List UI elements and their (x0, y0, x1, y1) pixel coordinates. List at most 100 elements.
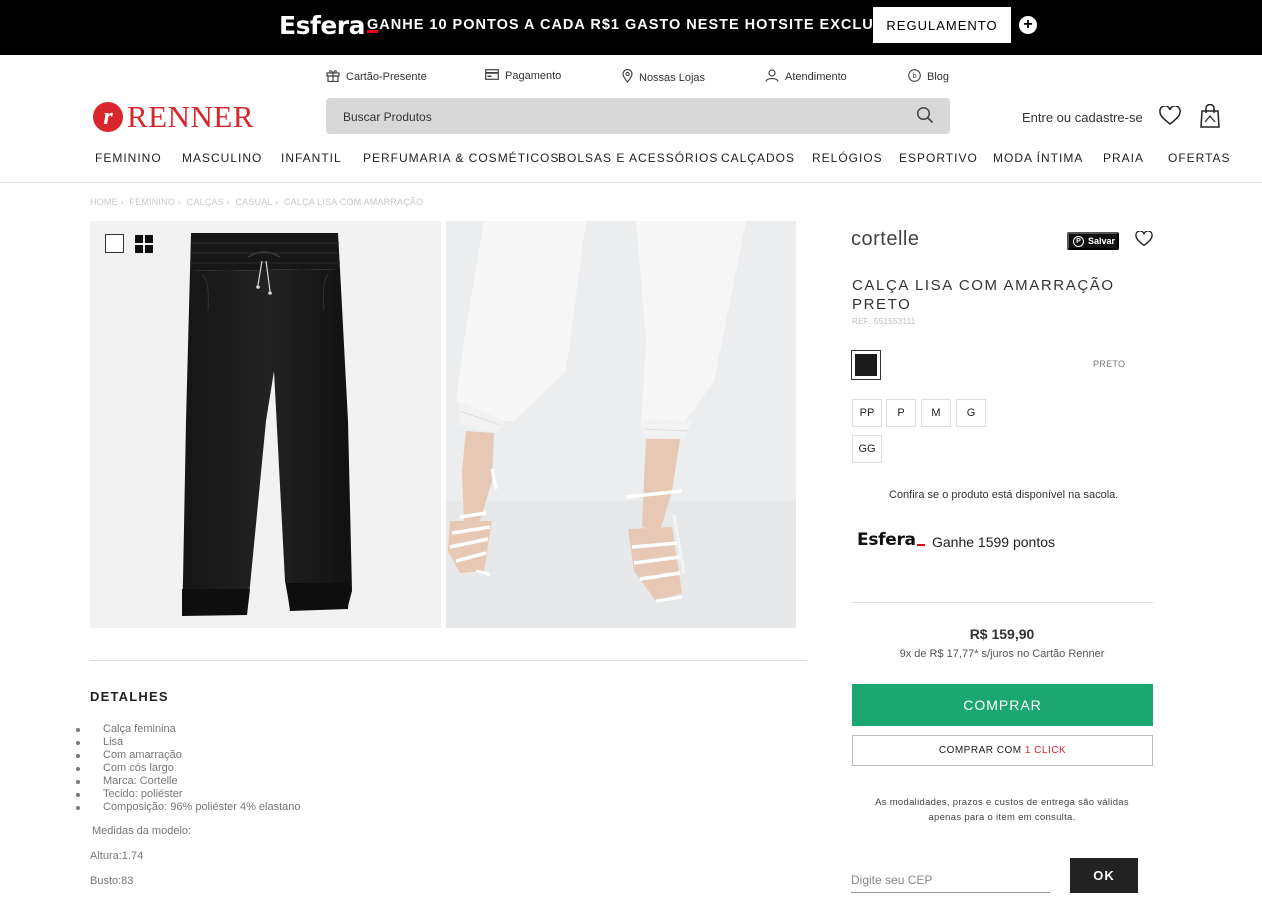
brand-name[interactable]: cortelle (851, 228, 919, 251)
pinterest-save-button[interactable]: P Salvar (1067, 232, 1119, 250)
black-pants-illustration (182, 233, 352, 616)
size-option-p[interactable]: P (886, 399, 916, 427)
card-icon (485, 69, 499, 83)
main-nav: FEMININO MASCULINO INFANTIL PERFUMARIA &… (0, 151, 1262, 167)
nav-item-feminino[interactable]: FEMININO (95, 151, 162, 165)
utility-link-label: Atendimento (785, 71, 847, 83)
details-item: Composição: 96% poliéster 4% elastano (103, 801, 301, 813)
buy-button[interactable]: COMPRAR (852, 684, 1153, 726)
product-title-line: CALÇA LISA COM AMARRAÇÃO (852, 277, 1115, 294)
renner-logo-mark: r (93, 102, 123, 132)
breadcrumb-item[interactable]: HOME (90, 197, 118, 207)
breadcrumb-separator: › (177, 197, 181, 207)
login-link[interactable]: Entre ou cadastre-se (1022, 110, 1143, 125)
wishlist-heart-icon[interactable] (1135, 230, 1153, 252)
plus-circle-icon[interactable]: + (1019, 16, 1037, 34)
availability-note: Confira se o produto está disponível na … (889, 489, 1119, 501)
color-swatch-fill (855, 354, 877, 376)
promo-text: GANHE 10 PONTOS A CADA R$1 GASTO NESTE H… (367, 17, 913, 33)
product-color-title: PRETO (852, 296, 912, 313)
size-option-pp[interactable]: PP (852, 399, 882, 427)
model-measures-label: Medidas da modelo: (92, 825, 192, 837)
search-input[interactable]: Buscar Produtos (343, 110, 432, 124)
breadcrumb-separator: › (275, 197, 279, 207)
price-divider (851, 602, 1153, 603)
utility-link-support[interactable]: Atendimento (765, 69, 847, 85)
shipping-note: As modalidades, prazos e custos de entre… (875, 797, 1129, 823)
pin-icon (622, 68, 633, 86)
section-divider (90, 660, 807, 661)
model-bust: Busto:83 (90, 875, 134, 887)
search-icon[interactable] (916, 106, 934, 129)
details-item: Tecido: poliéster (103, 788, 183, 800)
blog-icon: b (908, 69, 921, 85)
nav-item-bolsas[interactable]: BOLSAS E ACESSÓRIOS (558, 151, 718, 165)
bullet (76, 754, 80, 758)
esfera-points-logo-underline (916, 544, 925, 546)
color-swatch-preto[interactable] (851, 350, 881, 380)
nav-item-infantil[interactable]: INFANTIL (281, 151, 342, 165)
nav-item-calcados[interactable]: CALÇADOS (721, 151, 795, 165)
product-ref: REF: 551553111 (852, 317, 916, 326)
breadcrumb-item[interactable]: CALÇA LISA COM AMARRAÇÃO (284, 197, 423, 207)
nav-item-praia[interactable]: PRAIA (1103, 151, 1144, 165)
cep-ok-button[interactable]: OK (1070, 858, 1138, 893)
nav-divider (0, 182, 1262, 183)
details-item: Lisa (103, 736, 124, 748)
bullet (76, 793, 80, 797)
bullet (76, 806, 80, 810)
product-title: CALÇA LISA COM AMARRAÇÃO PRETO (852, 276, 1115, 314)
svg-text:b: b (912, 71, 916, 80)
esfera-logo-text: Esfera (279, 11, 366, 40)
nav-item-perfumaria[interactable]: PERFUMARIA & COSMÉTICOS (363, 151, 559, 165)
pinterest-save-label: Salvar (1088, 236, 1116, 246)
utility-link-stores[interactable]: Nossas Lojas (622, 68, 706, 86)
utility-link-label: Blog (927, 71, 950, 83)
details-item: Com cós largo (103, 762, 174, 774)
size-option-g[interactable]: G (956, 399, 986, 427)
size-option-gg[interactable]: GG (852, 435, 882, 463)
breadcrumb-item[interactable]: CASUAL (235, 197, 272, 207)
esfera-points-logo-text: Esfera (857, 530, 916, 550)
heart-icon[interactable] (1159, 105, 1181, 131)
one-click-prefix: COMPRAR COM (938, 745, 1025, 756)
nav-item-masculino[interactable]: MASCULINO (182, 151, 262, 165)
utility-link-blog[interactable]: b Blog (908, 69, 949, 85)
nav-item-esportivo[interactable]: ESPORTIVO (899, 151, 978, 165)
nav-item-relogios[interactable]: RELÓGIOS (812, 151, 883, 165)
size-option-m[interactable]: M (921, 399, 951, 427)
single-view-icon[interactable] (105, 234, 124, 253)
bullet (76, 741, 80, 745)
nav-item-moda-intima[interactable]: MODA ÍNTIMA (993, 151, 1083, 165)
promo-bar: Esfera GANHE 10 PONTOS A CADA R$1 GASTO … (0, 0, 1262, 55)
breadcrumb-separator: › (120, 197, 124, 207)
utility-link-label: Nossas Lojas (639, 71, 706, 84)
breadcrumb: HOME › FEMININO › CALÇAS › CASUAL › CALÇ… (90, 197, 423, 207)
breadcrumb-item[interactable]: CALÇAS (187, 197, 224, 207)
bullet (76, 728, 80, 732)
search-bar[interactable]: Buscar Produtos (326, 98, 950, 134)
cep-input[interactable] (851, 868, 1050, 893)
esfera-points-text: Ganhe 1599 pontos (932, 534, 1055, 550)
details-list: Calça feminina Lisa Com amarração Com có… (103, 723, 301, 814)
product-image-front[interactable] (90, 221, 441, 628)
product-image-model[interactable] (446, 221, 796, 628)
one-click-highlight: 1 CLICK (1024, 745, 1067, 756)
details-item: Com amarração (103, 749, 182, 761)
esfera-logo[interactable]: Esfera (279, 11, 378, 40)
utility-link-gift-card[interactable]: Cartão-Presente (326, 69, 427, 85)
model-legs-illustration (446, 221, 796, 628)
renner-logo[interactable]: r RENNER (93, 99, 254, 134)
bullet (76, 767, 80, 771)
shopping-bag-icon[interactable] (1199, 103, 1221, 133)
breadcrumb-item[interactable]: FEMININO (129, 197, 175, 207)
nav-item-ofertas[interactable]: OFERTAS (1168, 151, 1231, 165)
utility-link-label: Cartão-Presente (346, 71, 427, 83)
regulamento-button[interactable]: REGULAMENTO (873, 7, 1011, 43)
utility-link-payment[interactable]: Pagamento (485, 69, 561, 83)
installments-text: 9x de R$ 17,77* s/juros no Cartão Renner (899, 648, 1105, 660)
pinterest-icon: P (1073, 235, 1084, 247)
one-click-buy-button[interactable]: COMPRAR COM 1 CLICK (852, 735, 1153, 766)
product-price: R$ 159,90 (969, 626, 1035, 642)
grid-view-icon[interactable] (135, 235, 153, 253)
